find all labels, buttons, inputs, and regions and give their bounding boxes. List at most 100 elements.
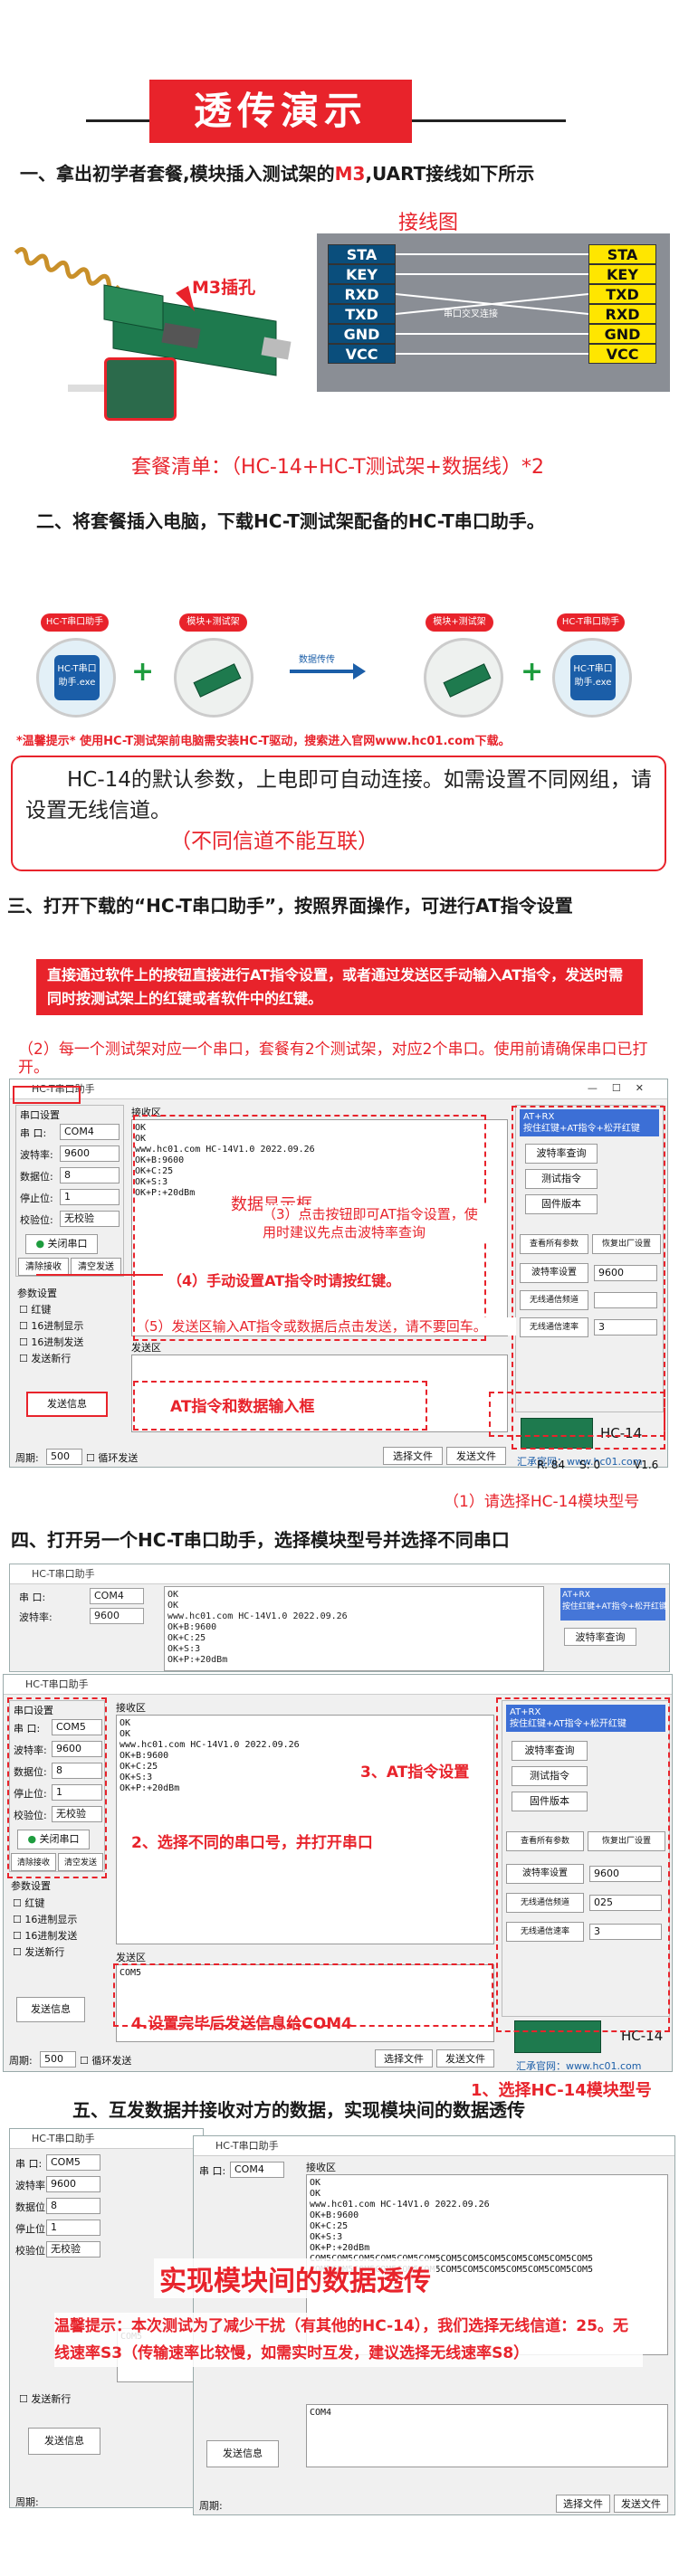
transfer-arrow xyxy=(290,670,362,673)
stopbits-label: 停止位: xyxy=(20,1193,53,1204)
section4-heading: 四、打开另一个HC-T串口助手，选择模块型号并选择不同串口 xyxy=(11,1529,510,1551)
receive-area[interactable]: OK OK www.hc01.com HC-14V1.0 2022.09.26 … xyxy=(164,1586,544,1671)
cycle-input[interactable]: 500 xyxy=(40,2051,76,2067)
send-area[interactable]: COM4 xyxy=(306,2404,668,2467)
baud-select[interactable]: 9600 xyxy=(90,1608,144,1624)
section3-heading: 三、打开下载的“HC-T串口助手”，按照界面操作，可进行AT指令设置 xyxy=(7,895,573,917)
right-pin-gnd: GND xyxy=(588,324,656,344)
baud-label: 波特率: xyxy=(15,2180,49,2191)
wires xyxy=(396,253,588,355)
cycle-input[interactable]: 500 xyxy=(46,1449,82,1465)
send-button[interactable]: 发送信息 xyxy=(28,2428,100,2455)
window-titlebar: HC-T串口助手 xyxy=(10,1079,667,1099)
driver-note: *温馨提示* 使用HC-T测试架前电脑需安装HC-T驱动，搜索进入官网www.h… xyxy=(16,735,511,748)
kit-list: 套餐清单：（HC-14+HC-T测试架+数据线）*2 xyxy=(131,456,544,479)
send-button[interactable]: 发送信息 xyxy=(206,2440,279,2467)
assistant-icon-left: HC-T串口助手.exe xyxy=(36,638,116,718)
opt-hex-display[interactable]: ☐ 16进制显示 xyxy=(19,1318,83,1333)
tag-module-left: 模块+测试架 xyxy=(179,613,247,632)
options-group-label: 参数设置 xyxy=(11,1880,51,1892)
note-1: （1）请选择HC-14模块型号 xyxy=(444,1493,640,1511)
send-button[interactable]: 发送信息 xyxy=(26,1392,108,1417)
databits-select[interactable]: 8 xyxy=(60,1167,120,1183)
stopbits-select[interactable]: 1 xyxy=(60,1189,120,1205)
opt-hex-display[interactable]: ☐ 16进制显示 xyxy=(13,1912,77,1926)
plus-2: + xyxy=(521,656,544,688)
baud-query-button[interactable]: 波特率查询 xyxy=(564,1628,636,1646)
opt-newline[interactable]: ☐ 发送新行 xyxy=(13,1944,64,1959)
model-highlight xyxy=(489,1392,665,1437)
databits-select[interactable]: 8 xyxy=(46,2198,100,2214)
port-select[interactable]: COM4 xyxy=(230,2162,284,2178)
tag-assistant-right: HC-T串口助手 xyxy=(557,613,625,632)
note-4: （4）手动设置AT指令时请按红键。 xyxy=(167,1269,401,1290)
tag-assistant-left: HC-T串口助手 xyxy=(41,613,109,632)
baud-select[interactable]: 9600 xyxy=(46,2176,100,2192)
left-pin-gnd: GND xyxy=(328,324,396,344)
loop-send[interactable]: ☐ 循环发送 xyxy=(80,2053,131,2067)
transfer-arrowhead xyxy=(353,663,366,680)
opt-newline[interactable]: ☐ 发送新行 xyxy=(19,1351,71,1365)
left-pin-sta: STA xyxy=(328,244,396,264)
databits-label: 数据位: xyxy=(20,1171,53,1183)
loop-send[interactable]: ☐ 循环发送 xyxy=(86,1450,138,1465)
parity-select[interactable]: 无校验 xyxy=(60,1211,120,1227)
port-select[interactable]: COM4 xyxy=(90,1588,144,1604)
port-label: 串 口: xyxy=(15,2158,43,2170)
opt-hex-send[interactable]: ☐ 16进制发送 xyxy=(13,1928,77,1943)
step-2-note: 2、选择不同的串口号，并打开串口 xyxy=(131,1830,373,1852)
right-pin-key: KEY xyxy=(588,264,656,284)
port-select[interactable]: COM5 xyxy=(46,2154,100,2171)
section1-heading: 一、拿出初学者套餐,模块插入测试架的M3,UART接线如下所示 xyxy=(20,163,535,185)
send-file-button[interactable]: 发送文件 xyxy=(614,2495,668,2513)
baud-select[interactable]: 9600 xyxy=(60,1145,120,1162)
module-icon-right xyxy=(424,638,503,718)
clear-receive-button[interactable]: 清除接收 xyxy=(18,1258,69,1276)
version-label: V1.6 xyxy=(634,1459,659,1471)
window-titlebar: HC-T串口助手 xyxy=(10,2129,203,2149)
select-file-button[interactable]: 选择文件 xyxy=(556,2495,610,2513)
transparent-transfer-title: 实现模块间的数据透传 xyxy=(154,2258,436,2298)
assistant-window-com4: HC-T串口助手 串 口: COM4 波特率: 9600 OK OK www.h… xyxy=(9,1564,670,1672)
opt-newline[interactable]: ☐ 发送新行 xyxy=(19,2391,71,2406)
opt-red-key[interactable]: ☐ 红键 xyxy=(13,1896,44,1910)
select-file-button[interactable]: 选择文件 xyxy=(375,2049,433,2067)
left-pin-key: KEY xyxy=(328,264,396,284)
step-3-note: 3、AT指令设置 xyxy=(360,1763,470,1782)
clear-send-button[interactable]: 清空发送 xyxy=(71,1258,121,1276)
recv-group-label: 接收区 xyxy=(306,2162,336,2173)
send-button[interactable]: 发送信息 xyxy=(16,1997,85,2022)
port-label: 串 口: xyxy=(20,1127,47,1139)
port-select[interactable]: COM4 xyxy=(60,1124,120,1140)
cycle-label: 周期: xyxy=(15,2496,39,2508)
select-file-button[interactable]: 选择文件 xyxy=(383,1447,443,1465)
exe-icon: HC-T串口助手.exe xyxy=(570,655,616,700)
send-file-button[interactable]: 发送文件 xyxy=(436,2049,494,2067)
options-group-label: 参数设置 xyxy=(17,1288,57,1299)
channel-tip: 温馨提示：本次测试为了减少干扰（有其他的HC-14），我们选择无线信道：25。无… xyxy=(54,2313,643,2367)
m3-label: M3插孔 xyxy=(192,278,256,298)
stopbits-label: 停止位: xyxy=(15,2223,49,2235)
cycle-label: 周期: xyxy=(199,2500,223,2512)
note-4-arrow xyxy=(36,1274,163,1276)
right-pin-txd: TXD xyxy=(588,284,656,304)
note-2: （2）每一个测试架对应一个串口，套餐有2个测试架，对应2个串口。使用前请确保串口… xyxy=(18,1041,648,1077)
send-file-button[interactable]: 发送文件 xyxy=(446,1447,506,1465)
transfer-label: 数据传传 xyxy=(299,655,335,665)
right-pin-rxd: RXD xyxy=(588,304,656,324)
parity-select[interactable]: 无校验 xyxy=(46,2241,100,2258)
baud-label: 波特率: xyxy=(19,1611,53,1623)
section2-heading: 二、将套餐插入电脑，下载HC-T测试架配备的HC-T串口助手。 xyxy=(36,510,545,532)
close-port-button[interactable]: ● 关闭串口 xyxy=(25,1234,98,1254)
left-pin-rxd: RXD xyxy=(328,284,396,304)
stopbits-select[interactable]: 1 xyxy=(46,2220,100,2236)
sx-count: S: 0 xyxy=(579,1459,601,1471)
module-icon-left xyxy=(174,638,253,718)
port-highlight xyxy=(13,1086,81,1104)
window-titlebar: HC-T串口助手 xyxy=(4,1675,672,1695)
opt-hex-send[interactable]: ☐ 16进制发送 xyxy=(19,1335,83,1349)
window-controls[interactable]: —☐✕ xyxy=(588,1082,658,1094)
tag-module-right: 模块+测试架 xyxy=(426,613,493,632)
right-pin-vcc: VCC xyxy=(588,344,656,364)
opt-red-key[interactable]: ☐ 红键 xyxy=(19,1302,51,1317)
